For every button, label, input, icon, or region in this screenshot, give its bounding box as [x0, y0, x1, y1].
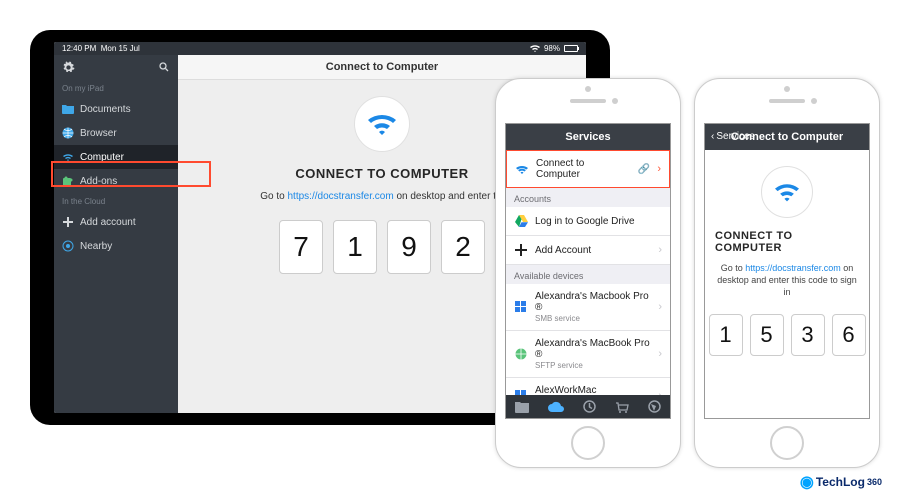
globe-icon [514, 347, 528, 361]
connect-heading: CONNECT TO COMPUTER [295, 166, 468, 181]
battery-pct: 98% [544, 44, 560, 53]
row-label: Log in to Google Drive [535, 216, 662, 227]
tab-browser[interactable] [648, 400, 661, 413]
device-row[interactable]: Alexandra's Macbook Pro ®SMB service › [506, 284, 670, 331]
sidebar-item-nearby[interactable]: Nearby [54, 234, 178, 258]
wifi-icon [515, 162, 529, 176]
page-title: Connect to Computer [178, 55, 586, 80]
chevron-right-icon: › [658, 301, 662, 313]
nav-title: Services [506, 124, 670, 150]
services-list: Connect to Computer 🔗 › Accounts Log in … [506, 150, 670, 395]
sidebar-item-label: Nearby [80, 241, 112, 252]
iphone-services: Services Connect to Computer 🔗 › Account… [495, 78, 681, 468]
tab-documents[interactable] [515, 401, 529, 413]
tab-store[interactable] [615, 401, 629, 413]
wifi-icon [354, 96, 410, 152]
docstransfer-link[interactable]: https://docstransfer.com [745, 263, 841, 273]
logo-icon: ◉ [800, 472, 814, 492]
link-icon: 🔗 [638, 164, 650, 175]
status-time: 12:40 PM Mon 15 Jul [62, 44, 140, 53]
puzzle-icon [62, 175, 74, 187]
sidebar-item-browser[interactable]: Browser [54, 121, 178, 145]
sidebar-item-label: Documents [80, 104, 131, 115]
docstransfer-link[interactable]: https://docstransfer.com [288, 191, 394, 202]
sidebar-item-label: Browser [80, 128, 117, 139]
code-digit: 5 [750, 314, 784, 356]
code-row: 1 5 3 6 [709, 314, 866, 356]
home-button[interactable] [571, 426, 605, 460]
watermark: ◉ TechLog360 [800, 472, 882, 492]
folder-icon [62, 103, 74, 115]
globe-icon [62, 127, 74, 139]
code-digit: 6 [832, 314, 866, 356]
code-row: 7 1 9 2 [279, 220, 485, 274]
device-row[interactable]: AlexWorkMacSMB service › [506, 378, 670, 395]
nav-bar: ‹ Services Connect to Computer [705, 124, 869, 150]
connect-heading: CONNECT TO COMPUTER [715, 230, 859, 254]
code-digit: 3 [791, 314, 825, 356]
code-digit: 1 [709, 314, 743, 356]
section-devices: Available devices [506, 265, 670, 284]
windows-icon [514, 300, 528, 314]
chevron-right-icon: › [658, 348, 662, 360]
sidebar-section-on-ipad: On my iPad [54, 80, 178, 97]
row-label: Alexandra's Macbook Pro ®SMB service [535, 291, 651, 323]
sidebar-item-label: Add-ons [80, 176, 117, 187]
chevron-right-icon: › [657, 163, 661, 175]
home-button[interactable] [770, 426, 804, 460]
sidebar-item-computer[interactable]: Computer [54, 145, 178, 169]
back-button[interactable]: ‹ Services [711, 131, 755, 142]
google-drive-icon [514, 214, 528, 228]
sidebar-item-label: Computer [80, 152, 124, 163]
plus-icon [62, 216, 74, 228]
device-row[interactable]: Alexandra's MacBook Pro ®SFTP service › [506, 331, 670, 378]
code-digit: 1 [333, 220, 377, 274]
sidebar-section-cloud: In the Cloud [54, 193, 178, 210]
code-digit: 2 [441, 220, 485, 274]
ipad-sidebar: On my iPad Documents Browser Computer Ad… [54, 55, 178, 413]
connect-panel: CONNECT TO COMPUTER Go to https://docstr… [705, 150, 869, 418]
wifi-icon [530, 45, 540, 53]
iphone-connect: ‹ Services Connect to Computer CONNECT T… [694, 78, 880, 468]
connect-to-computer-row[interactable]: Connect to Computer 🔗 › [506, 150, 670, 188]
row-label: Add Account [535, 245, 651, 256]
sidebar-item-label: Add account [80, 217, 136, 228]
plus-icon [514, 243, 528, 257]
row-label: Connect to Computer [536, 158, 631, 180]
row-label: AlexWorkMacSMB service [535, 385, 651, 395]
gear-icon[interactable] [62, 61, 75, 74]
code-digit: 9 [387, 220, 431, 274]
tab-cloud[interactable] [548, 401, 564, 412]
add-account-row[interactable]: Add Account › [506, 236, 670, 265]
tab-recent[interactable] [583, 400, 596, 413]
sidebar-item-add-account[interactable]: Add account [54, 210, 178, 234]
row-label: Alexandra's MacBook Pro ®SFTP service [535, 338, 651, 370]
nearby-icon [62, 240, 74, 252]
ipad-status-bar: 12:40 PM Mon 15 Jul 98% [54, 42, 586, 55]
section-accounts: Accounts [506, 188, 670, 207]
wifi-icon [761, 166, 813, 218]
wifi-icon [62, 151, 74, 163]
battery-icon [564, 45, 578, 52]
sidebar-item-documents[interactable]: Documents [54, 97, 178, 121]
search-icon[interactable] [158, 61, 170, 74]
connect-instruction: Go to https://docstransfer.com on deskto… [715, 262, 859, 298]
google-drive-row[interactable]: Log in to Google Drive [506, 207, 670, 236]
sidebar-item-addons[interactable]: Add-ons [54, 169, 178, 193]
chevron-right-icon: › [658, 244, 662, 256]
code-digit: 7 [279, 220, 323, 274]
tab-bar [506, 395, 670, 418]
connect-instruction: Go to https://docstransfer.com on deskto… [260, 191, 504, 202]
